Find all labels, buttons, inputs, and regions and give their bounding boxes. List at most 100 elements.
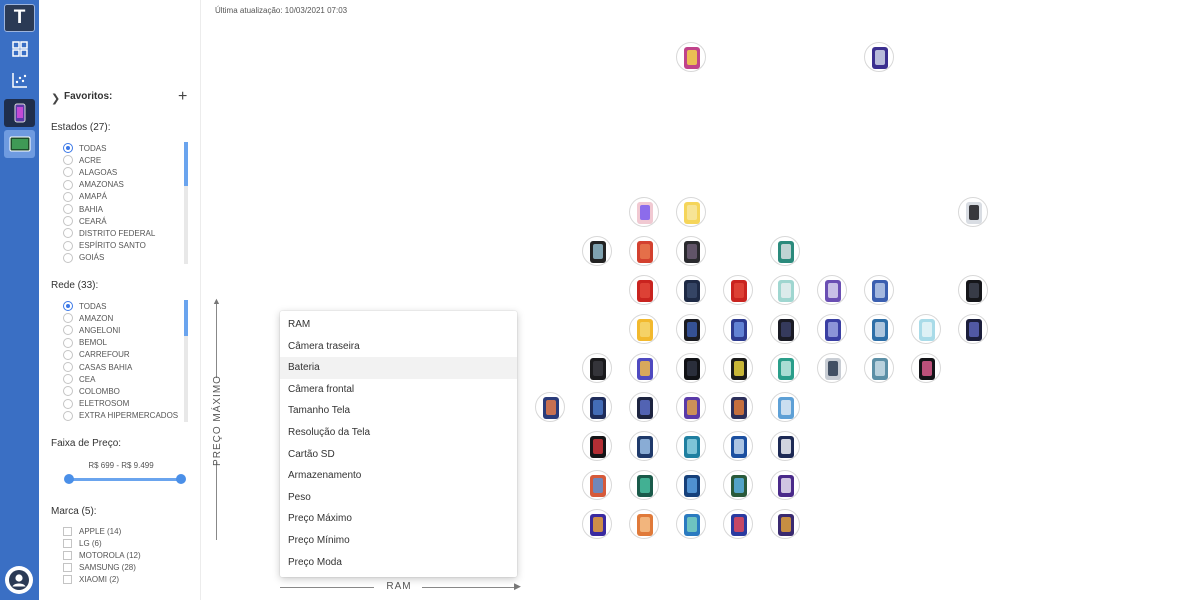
network-option[interactable]: BEMOL <box>63 337 175 349</box>
brand-option[interactable]: MOTOROLA (12) <box>63 549 175 561</box>
radio[interactable] <box>63 204 73 215</box>
chevron-right-icon[interactable]: ❯ <box>51 92 60 105</box>
network-option[interactable]: ELETROSOM <box>63 398 175 410</box>
radio[interactable] <box>63 216 73 227</box>
phone-thumbnail[interactable] <box>676 236 706 266</box>
phone-thumbnail[interactable] <box>770 509 800 539</box>
grid-icon[interactable] <box>4 35 35 63</box>
phone-thumbnail[interactable] <box>723 431 753 461</box>
phone-thumbnail[interactable] <box>629 197 659 227</box>
phone-thumbnail[interactable] <box>629 431 659 461</box>
phone-thumbnail[interactable] <box>958 275 988 305</box>
dropdown-option[interactable]: Cartão SD <box>280 444 517 466</box>
dropdown-option[interactable]: Resolução da Tela <box>280 422 517 444</box>
network-option[interactable]: TODAS <box>63 300 175 312</box>
network-option[interactable]: CASAS BAHIA <box>63 361 175 373</box>
phone-thumbnail[interactable] <box>864 314 894 344</box>
states-list[interactable]: TODAS ACRE ALAGOAS AMAZONAS AMAPÁ BAHIA … <box>63 142 175 264</box>
phone-thumbnail[interactable] <box>817 275 847 305</box>
radio[interactable] <box>63 374 73 385</box>
state-option[interactable]: DISTRITO FEDERAL <box>63 227 175 239</box>
phone-thumbnail[interactable] <box>629 353 659 383</box>
phone-thumbnail[interactable] <box>582 236 612 266</box>
state-option[interactable]: ESPÍRITO SANTO <box>63 240 175 252</box>
phone-thumbnail[interactable] <box>723 353 753 383</box>
dropdown-option[interactable]: Peso <box>280 487 517 509</box>
radio[interactable] <box>63 313 73 324</box>
dropdown-option[interactable]: Tamanho Tela <box>280 400 517 422</box>
brand-list[interactable]: APPLE (14) LG (6) MOTOROLA (12) SAMSUNG … <box>63 525 175 586</box>
scrollbar-thumb[interactable] <box>184 300 188 336</box>
phone-thumbnail[interactable] <box>770 236 800 266</box>
radio[interactable] <box>63 410 73 421</box>
phone-thumbnail[interactable] <box>629 509 659 539</box>
phone-thumbnail[interactable] <box>817 353 847 383</box>
state-option[interactable]: TODAS <box>63 142 175 154</box>
checkbox[interactable] <box>63 526 72 536</box>
radio[interactable] <box>63 325 73 336</box>
phone-thumbnail[interactable] <box>629 236 659 266</box>
brand-option[interactable]: XIAOMI (2) <box>63 574 175 586</box>
brand-option[interactable]: SAMSUNG (28) <box>63 562 175 574</box>
x-axis-label[interactable]: RAM <box>376 581 422 592</box>
favorites-header[interactable]: ❯ Favoritos: + <box>51 88 191 105</box>
phone-thumbnail[interactable] <box>723 392 753 422</box>
phone-thumbnail[interactable] <box>723 275 753 305</box>
brand-option[interactable]: LG (6) <box>63 537 175 549</box>
phone-thumbnail[interactable] <box>676 42 706 72</box>
smartphone-icon[interactable] <box>4 99 35 127</box>
phone-thumbnail[interactable] <box>723 314 753 344</box>
y-axis-label[interactable]: PREÇO MÁXIMO <box>212 353 223 488</box>
radio[interactable] <box>63 386 73 397</box>
radio[interactable] <box>63 155 73 166</box>
checkbox[interactable] <box>63 538 72 548</box>
phone-thumbnail[interactable] <box>676 392 706 422</box>
state-option[interactable]: CEARÁ <box>63 215 175 227</box>
phone-thumbnail[interactable] <box>676 353 706 383</box>
phone-thumbnail[interactable] <box>911 353 941 383</box>
network-list[interactable]: TODAS AMAZON ANGELONI BEMOL CARREFOUR CA… <box>63 300 178 422</box>
phone-thumbnail[interactable] <box>770 431 800 461</box>
phone-thumbnail[interactable] <box>723 470 753 500</box>
radio-selected[interactable] <box>63 301 73 312</box>
scatter-chart-icon[interactable] <box>4 66 35 94</box>
radio-selected[interactable] <box>63 143 73 154</box>
radio[interactable] <box>63 252 73 263</box>
phone-thumbnail[interactable] <box>958 197 988 227</box>
phone-thumbnail[interactable] <box>676 470 706 500</box>
radio[interactable] <box>63 167 73 178</box>
phone-thumbnail[interactable] <box>911 314 941 344</box>
phone-thumbnail[interactable] <box>817 314 847 344</box>
radio[interactable] <box>63 349 73 360</box>
phone-thumbnail[interactable] <box>629 275 659 305</box>
dropdown-option[interactable]: Preço Moda <box>280 552 517 574</box>
phone-thumbnail[interactable] <box>770 353 800 383</box>
phone-thumbnail[interactable] <box>958 314 988 344</box>
phone-thumbnail[interactable] <box>535 392 565 422</box>
radio[interactable] <box>63 228 73 239</box>
dropdown-option[interactable]: Câmera traseira <box>280 336 517 358</box>
phone-thumbnail[interactable] <box>864 275 894 305</box>
dropdown-option[interactable]: RAM <box>280 314 517 336</box>
radio[interactable] <box>63 179 73 190</box>
network-option[interactable]: AMAZON <box>63 312 175 324</box>
phone-thumbnail[interactable] <box>770 314 800 344</box>
phone-thumbnail[interactable] <box>629 314 659 344</box>
state-option[interactable]: ALAGOAS <box>63 166 175 178</box>
dropdown-option-highlighted[interactable]: Bateria <box>280 357 517 379</box>
phone-thumbnail[interactable] <box>582 509 612 539</box>
network-option[interactable]: EXTRA HIPERMERCADOS <box>63 410 178 422</box>
phone-thumbnail[interactable] <box>770 275 800 305</box>
network-option[interactable]: CARREFOUR <box>63 349 175 361</box>
phone-thumbnail[interactable] <box>770 392 800 422</box>
network-option[interactable]: ANGELONI <box>63 324 175 336</box>
radio[interactable] <box>63 362 73 373</box>
phone-thumbnail[interactable] <box>582 353 612 383</box>
radio[interactable] <box>63 191 73 202</box>
phone-thumbnail[interactable] <box>582 431 612 461</box>
state-option[interactable]: GOIÁS <box>63 252 175 264</box>
tablet-icon[interactable] <box>4 130 35 158</box>
radio[interactable] <box>63 337 73 348</box>
phone-thumbnail[interactable] <box>723 509 753 539</box>
price-slider-min-handle[interactable] <box>64 474 74 484</box>
